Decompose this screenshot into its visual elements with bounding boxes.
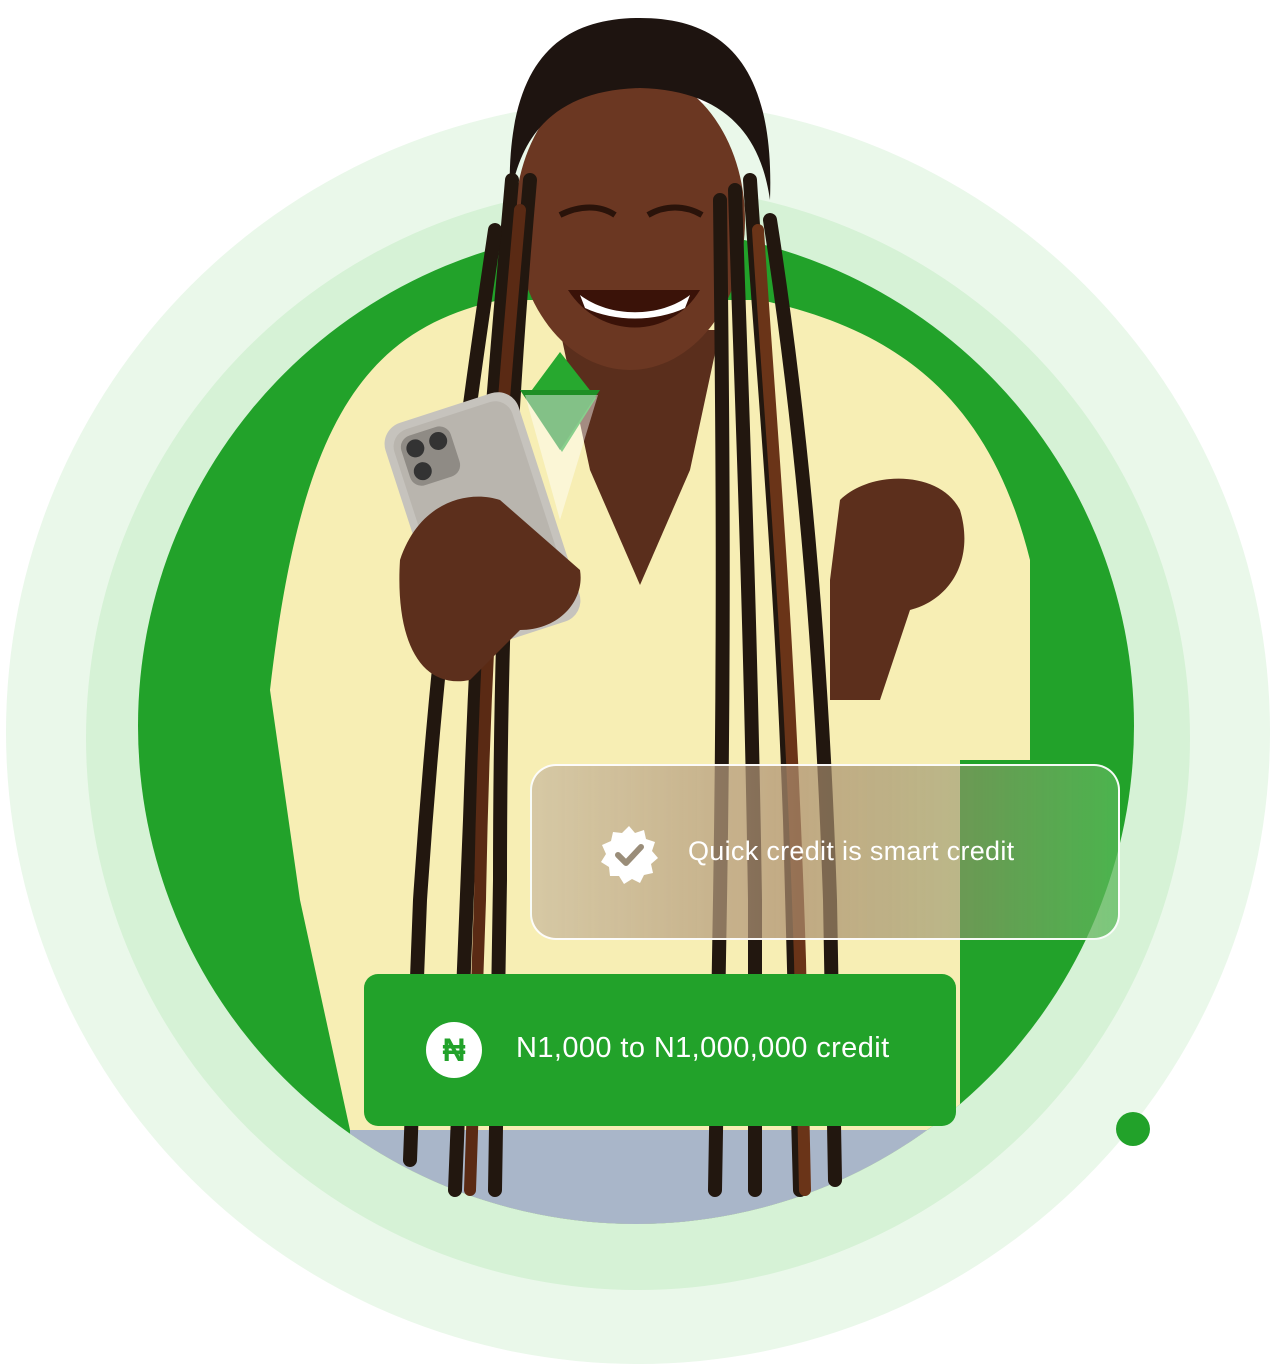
quick-credit-badge: Quick credit is smart credit <box>530 764 1120 940</box>
credit-range-card: ₦ N1,000 to N1,000,000 credit <box>364 974 956 1126</box>
accent-dot <box>1116 1112 1150 1146</box>
quick-credit-label: Quick credit is smart credit <box>688 836 1015 866</box>
woman-with-phone-photo <box>270 18 1030 1224</box>
credit-range-label: N1,000 to N1,000,000 credit <box>516 1032 890 1064</box>
hero-illustration: Quick credit is smart credit ₦ N1,000 to… <box>0 0 1276 1366</box>
naira-icon: ₦ <box>426 1022 482 1078</box>
verified-badge-icon <box>601 826 658 884</box>
